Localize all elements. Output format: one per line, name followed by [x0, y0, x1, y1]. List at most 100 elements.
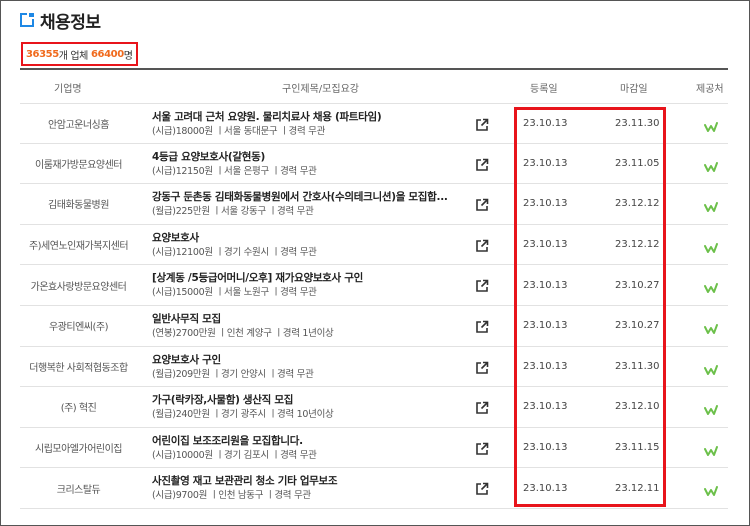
deadline-date: 23.11.05	[615, 157, 660, 169]
result-count: 36355 개 업체 66400 명	[21, 42, 138, 66]
job-info[interactable]: 요양보호사 구인 (월급)209만원 ㅣ경기 안양시 ㅣ경력 무관	[152, 353, 482, 382]
table-row[interactable]: 주)세연노인재가복지센터 요양보호사 (시급)12100원 ㅣ경기 수원시 ㅣ경…	[20, 225, 728, 266]
job-title[interactable]: 요양보호사	[152, 231, 482, 245]
worknet-logo-icon	[704, 482, 718, 497]
table-row[interactable]: 안암고운너싱홈 서울 고려대 근처 요양원. 물리치료사 채용 (파트타임) (…	[20, 103, 728, 144]
worknet-logo-icon	[704, 442, 718, 456]
job-meta: (시급)10000원 ㅣ경기 김포시 ㅣ경력 무관	[152, 449, 317, 461]
job-title[interactable]: 요양보호사 구인	[152, 353, 482, 367]
job-table-body: 안암고운너싱홈 서울 고려대 근처 요양원. 물리치료사 채용 (파트타임) (…	[20, 103, 728, 509]
job-meta: (월급)209만원 ㅣ경기 안양시 ㅣ경력 무관	[152, 368, 314, 380]
col-deadline: 마감일	[620, 84, 648, 95]
external-link-icon[interactable]	[475, 441, 489, 455]
table-row[interactable]: 더행복한 사회적협동조합 요양보호사 구인 (월급)209만원 ㅣ경기 안양시 …	[20, 347, 728, 388]
external-link-icon[interactable]	[475, 481, 489, 496]
company-count-suffix: 개 업체	[58, 50, 89, 62]
job-info[interactable]: 요양보호사 (시급)12100원 ㅣ경기 수원시 ㅣ경력 무관	[152, 231, 482, 260]
external-link-icon[interactable]	[475, 197, 489, 211]
table-top-border	[20, 68, 728, 70]
job-title[interactable]: 서울 고려대 근처 요양원. 물리치료사 채용 (파트타임)	[152, 110, 482, 124]
job-title[interactable]: 일반사무직 모집	[152, 312, 482, 326]
company-name[interactable]: (주) 혁진	[20, 387, 137, 427]
job-title[interactable]: 어린이집 보조조리원을 모집합니다.	[152, 434, 482, 448]
job-meta: (시급)9700원 ㅣ인천 남동구 ㅣ경력 무관	[152, 490, 311, 502]
job-meta: (시급)12100원 ㅣ경기 수원시 ㅣ경력 무관	[152, 246, 317, 258]
registered-date: 23.10.13	[523, 360, 568, 372]
job-title[interactable]: 가구(락카장,사물함) 생산직 모집	[152, 393, 482, 407]
company-name[interactable]: 더행복한 사회적협동조합	[20, 347, 137, 387]
job-meta: (월급)225만원 ㅣ서울 강동구 ㅣ경력 무관	[152, 206, 314, 218]
job-info[interactable]: 가구(락카장,사물함) 생산직 모집 (월급)240만원 ㅣ경기 광주시 ㅣ경력…	[152, 393, 482, 422]
people-count: 66400	[90, 48, 124, 60]
company-name[interactable]: 안암고운너싱홈	[20, 104, 137, 143]
deadline-date: 23.11.30	[615, 117, 660, 129]
company-name[interactable]: 가온효사랑방문요양센터	[20, 265, 137, 305]
deadline-date: 23.11.15	[615, 442, 660, 454]
job-info[interactable]: 서울 고려대 근처 요양원. 물리치료사 채용 (파트타임) (시급)18000…	[152, 110, 482, 139]
registered-date: 23.10.13	[523, 157, 568, 169]
table-row[interactable]: 크리스탈듀 사진촬영 재고 보관관리 청소 기타 업무보조 (시급)9700원 …	[20, 468, 728, 509]
table-row[interactable]: 김태화동물병원 강동구 둔촌동 김태화동물병원에서 간호사(수의테크니션)을 모…	[20, 184, 728, 225]
deadline-date: 23.12.11	[615, 482, 660, 494]
company-name[interactable]: 우광티엔씨(주)	[20, 306, 137, 346]
worknet-logo-icon	[704, 198, 718, 213]
worknet-logo-icon	[704, 239, 718, 253]
external-link-icon[interactable]	[475, 360, 489, 374]
worknet-logo-icon	[704, 279, 718, 294]
window-icon	[20, 13, 34, 27]
company-name[interactable]: 주)세연노인재가복지센터	[20, 225, 137, 265]
registered-date: 23.10.13	[523, 401, 568, 413]
job-info[interactable]: 일반사무직 모집 (연봉)2700만원 ㅣ인천 계양구 ㅣ경력 1년이상	[152, 312, 482, 341]
external-link-icon[interactable]	[475, 278, 489, 293]
deadline-date: 23.12.12	[615, 239, 660, 251]
registered-date: 23.10.13	[523, 117, 568, 129]
registered-date: 23.10.13	[523, 482, 568, 494]
table-row[interactable]: 시립모아엘가어린이집 어린이집 보조조리원을 모집합니다. (시급)10000원…	[20, 428, 728, 469]
table-row[interactable]: 우광티엔씨(주) 일반사무직 모집 (연봉)2700만원 ㅣ인천 계양구 ㅣ경력…	[20, 306, 728, 347]
job-title[interactable]: [상계동 /5등급어머니/오후] 재가요양보호사 구인	[152, 271, 482, 285]
worknet-logo-icon	[704, 320, 718, 334]
job-title[interactable]: 강동구 둔촌동 김태화동물병원에서 간호사(수의테크니션)을 모집합...	[152, 190, 482, 204]
job-meta: (시급)18000원 ㅣ서울 동대문구 ㅣ경력 무관	[152, 126, 326, 137]
worknet-logo-icon	[704, 361, 718, 375]
page-header: 채용정보	[20, 8, 101, 33]
col-provider: 제공처	[696, 84, 724, 95]
worknet-logo-icon	[704, 118, 718, 132]
company-name[interactable]: 이룸재가방문요양센터	[20, 144, 137, 184]
table-header: 기업명 구인제목/모집요강 등록일 마감일 제공처	[20, 72, 728, 102]
worknet-logo-icon	[704, 158, 718, 172]
job-meta: (월급)240만원 ㅣ경기 광주시 ㅣ경력 10년이상	[152, 409, 334, 421]
worknet-logo-icon	[704, 401, 718, 416]
job-title[interactable]: 4등급 요양보호사(갈현동)	[152, 150, 482, 164]
deadline-date: 23.10.27	[615, 320, 660, 332]
table-row[interactable]: (주) 혁진 가구(락카장,사물함) 생산직 모집 (월급)240만원 ㅣ경기 …	[20, 387, 728, 428]
job-meta: (연봉)2700만원 ㅣ인천 계양구 ㅣ경력 1년이상	[152, 327, 334, 339]
job-info[interactable]: 강동구 둔촌동 김태화동물병원에서 간호사(수의테크니션)을 모집합... (월…	[152, 190, 482, 219]
people-count-suffix: 명	[123, 50, 133, 62]
job-title[interactable]: 사진촬영 재고 보관관리 청소 기타 업무보조	[152, 474, 482, 488]
company-name[interactable]: 김태화동물병원	[20, 184, 137, 224]
external-link-icon[interactable]	[475, 238, 489, 252]
external-link-icon[interactable]	[475, 319, 489, 333]
table-row[interactable]: 가온효사랑방문요양센터 [상계동 /5등급어머니/오후] 재가요양보호사 구인 …	[20, 265, 728, 306]
job-info[interactable]: 사진촬영 재고 보관관리 청소 기타 업무보조 (시급)9700원 ㅣ인천 남동…	[152, 474, 482, 503]
external-link-icon[interactable]	[475, 117, 489, 131]
company-name[interactable]: 크리스탈듀	[20, 468, 137, 508]
external-link-icon[interactable]	[475, 157, 489, 171]
registered-date: 23.10.13	[523, 239, 568, 251]
company-name[interactable]: 시립모아엘가어린이집	[20, 428, 137, 468]
deadline-date: 23.11.30	[615, 360, 660, 372]
job-meta: (시급)15000원 ㅣ서울 노원구 ㅣ경력 무관	[152, 287, 317, 299]
deadline-date: 23.12.10	[615, 401, 660, 413]
job-info[interactable]: 4등급 요양보호사(갈현동) (시급)12150원 ㅣ서울 은평구 ㅣ경력 무관	[152, 150, 482, 179]
external-link-icon[interactable]	[475, 400, 489, 414]
job-info[interactable]: 어린이집 보조조리원을 모집합니다. (시급)10000원 ㅣ경기 김포시 ㅣ경…	[152, 434, 482, 463]
col-job: 구인제목/모집요강	[282, 84, 359, 95]
table-row[interactable]: 이룸재가방문요양센터 4등급 요양보호사(갈현동) (시급)12150원 ㅣ서울…	[20, 144, 728, 185]
company-count: 36355	[26, 48, 59, 60]
registered-date: 23.10.13	[523, 442, 568, 454]
registered-date: 23.10.13	[523, 279, 568, 291]
col-registered: 등록일	[530, 84, 558, 95]
job-info[interactable]: [상계동 /5등급어머니/오후] 재가요양보호사 구인 (시급)15000원 ㅣ…	[152, 271, 482, 300]
page-title: 채용정보	[40, 12, 101, 33]
